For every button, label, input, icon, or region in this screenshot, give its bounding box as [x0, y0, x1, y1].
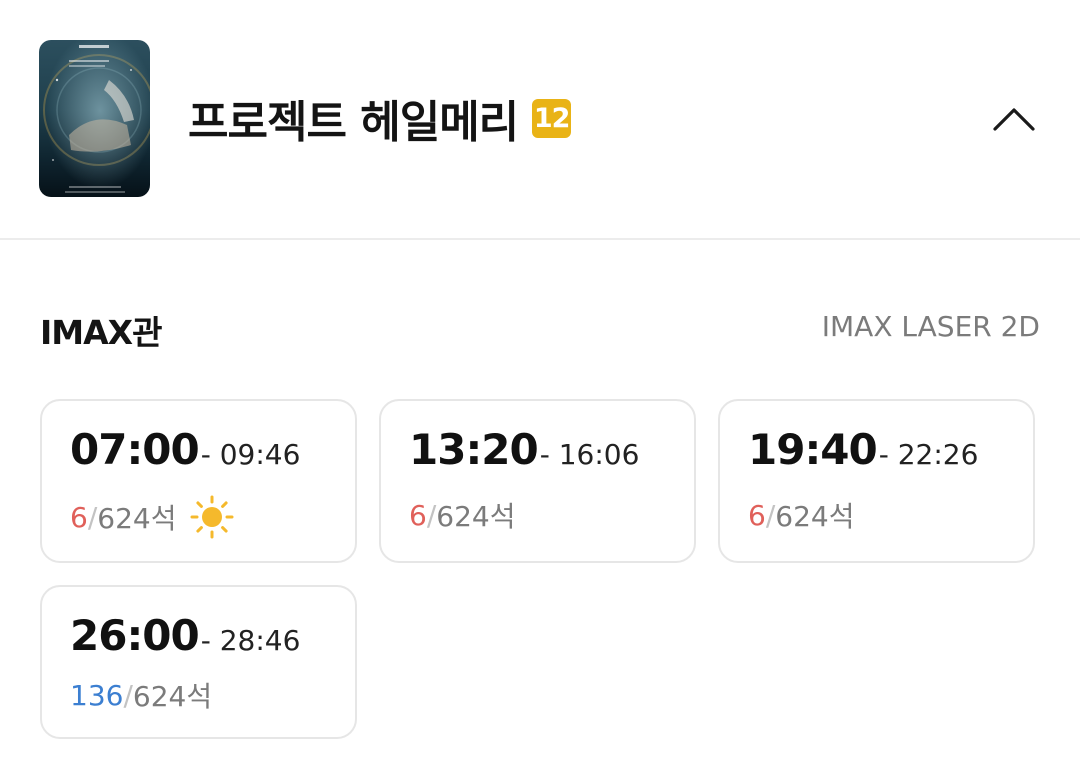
seat-count: 6 / 624석 [70, 495, 234, 539]
available-seats: 6 [70, 500, 88, 534]
total-seats: 624석 [775, 500, 855, 533]
start-time: 26:00 [70, 611, 200, 660]
showtime-card[interactable]: 13:20 - 16:06 6 / 624석 [379, 399, 696, 563]
collapse-button[interactable] [986, 96, 1042, 142]
showtime-card[interactable]: 19:40 - 22:26 6 / 624석 [718, 399, 1035, 563]
movie-title-row: 프로젝트 헤일메리 12 [188, 88, 572, 148]
showtime-times: 26:00 - 28:46 [70, 611, 300, 660]
available-seats: 6 [748, 498, 766, 532]
sun-icon [190, 495, 234, 539]
showtime-card[interactable]: 26:00 - 28:46 136 / 624석 [40, 585, 357, 739]
start-time: 19:40 [748, 425, 878, 474]
movie-poster[interactable] [39, 40, 150, 197]
screen-info: IMAX관 IMAX LASER 2D [40, 306, 1040, 352]
showtime-card[interactable]: 07:00 - 09:46 6 / 624석 [40, 399, 357, 563]
showtime-times: 13:20 - 16:06 [409, 425, 639, 474]
seat-count: 136 / 624석 [70, 675, 212, 715]
total-seats: 624석 [132, 680, 213, 713]
seat-count: 6 / 624석 [748, 495, 854, 535]
end-time: - 22:26 [878, 438, 979, 471]
screen-name: IMAX관 [40, 313, 162, 352]
showtime-times: 07:00 - 09:46 [70, 425, 300, 474]
poster-image [39, 40, 150, 197]
available-seats: 6 [409, 498, 427, 532]
chevron-up-icon [993, 108, 1035, 131]
age-rating-badge: 12 [532, 98, 572, 138]
end-time: - 16:06 [539, 438, 640, 471]
end-time: - 09:46 [200, 438, 301, 471]
seat-separator: / [87, 500, 98, 534]
seat-separator: / [123, 678, 133, 712]
total-seats: 624석 [436, 500, 516, 533]
seat-separator: / [426, 498, 437, 532]
movie-header: 프로젝트 헤일메리 12 [0, 0, 1080, 240]
movie-title: 프로젝트 헤일메리 [188, 97, 519, 148]
end-time: - 28:46 [200, 624, 301, 657]
available-seats: 136 [70, 678, 124, 712]
seat-count: 6 / 624석 [409, 495, 515, 535]
total-seats: 624석 [97, 502, 177, 535]
start-time: 13:20 [409, 425, 539, 474]
screen-format: IMAX LASER 2D [821, 310, 1040, 343]
showtime-times: 19:40 - 22:26 [748, 425, 978, 474]
seat-separator: / [765, 498, 776, 532]
start-time: 07:00 [70, 425, 200, 474]
